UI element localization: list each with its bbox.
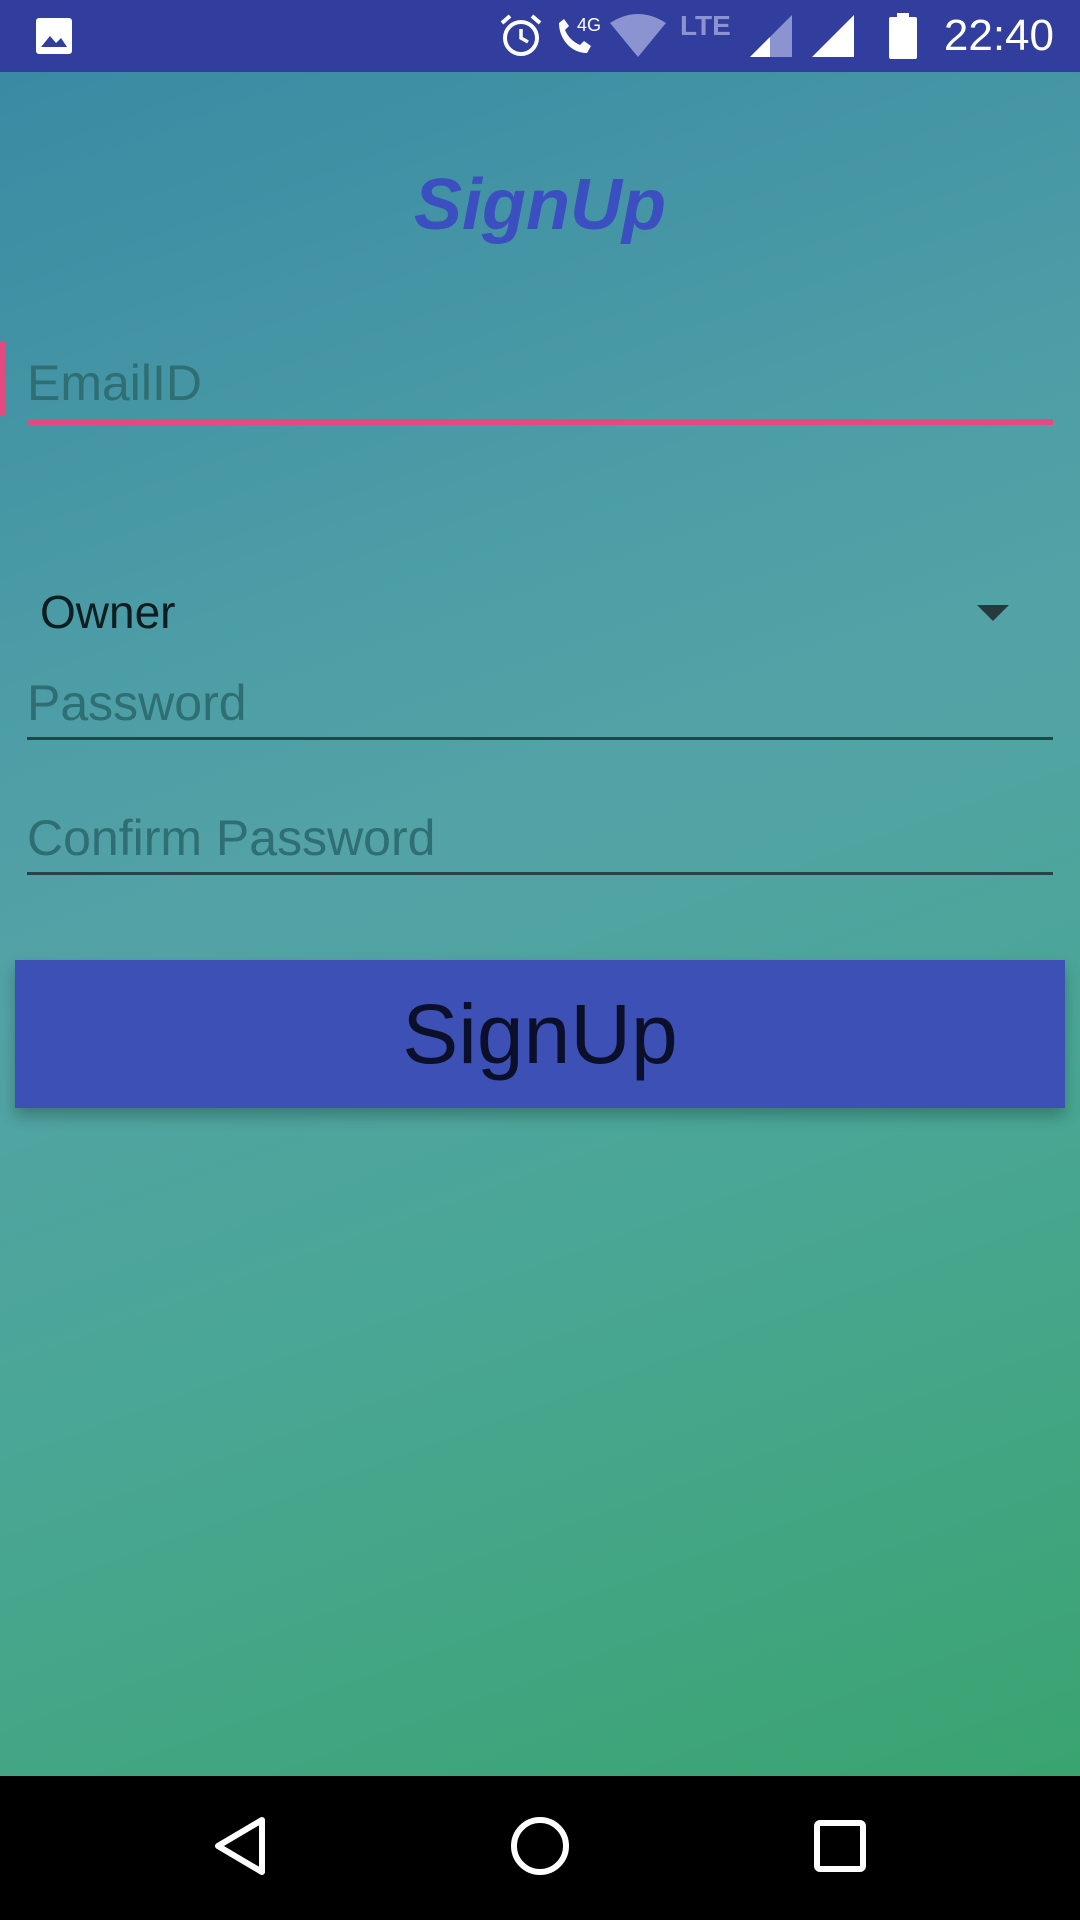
home-button[interactable] [460, 1776, 620, 1920]
email-field-wrapper [27, 342, 1053, 422]
alarm-icon [498, 0, 544, 72]
navigation-bar [0, 1776, 1080, 1920]
svg-text:4G: 4G [577, 15, 601, 35]
chevron-down-icon [977, 605, 1009, 621]
recents-button[interactable] [760, 1776, 920, 1920]
phone-screen: 4G LTE 22:40 SignUp EmailID Owner SignUp [0, 0, 1080, 1920]
clock: 22:40 [943, 11, 1054, 60]
status-bar: 4G LTE 22:40 [0, 0, 1080, 72]
signal-icon [748, 0, 794, 72]
signup-form-screen: SignUp Owner SignUp [0, 72, 1080, 1776]
battery-icon [888, 0, 918, 72]
password-field-wrapper [27, 662, 1053, 742]
lte-icon: LTE [680, 10, 731, 41]
confirm-password-field-wrapper [27, 797, 1053, 877]
wifi-icon [608, 0, 668, 72]
home-icon [508, 1814, 572, 1883]
image-notification-icon [34, 0, 74, 72]
signal-icon [810, 0, 856, 72]
back-icon [210, 1814, 270, 1883]
confirm-password-field[interactable] [27, 805, 1053, 871]
role-dropdown[interactable]: Owner [27, 572, 1053, 652]
email-field[interactable] [27, 350, 1053, 416]
page-title: SignUp [414, 165, 666, 245]
email-underline [27, 419, 1053, 425]
confirm-password-underline [27, 872, 1053, 875]
password-field[interactable] [27, 670, 1053, 736]
call-4g-icon: 4G [553, 0, 601, 72]
role-selected-value: Owner [40, 586, 176, 638]
back-button[interactable] [160, 1776, 320, 1920]
text-cursor [0, 342, 5, 416]
recents-icon [812, 1818, 868, 1879]
password-underline [27, 737, 1053, 740]
signup-button[interactable]: SignUp [15, 960, 1065, 1108]
